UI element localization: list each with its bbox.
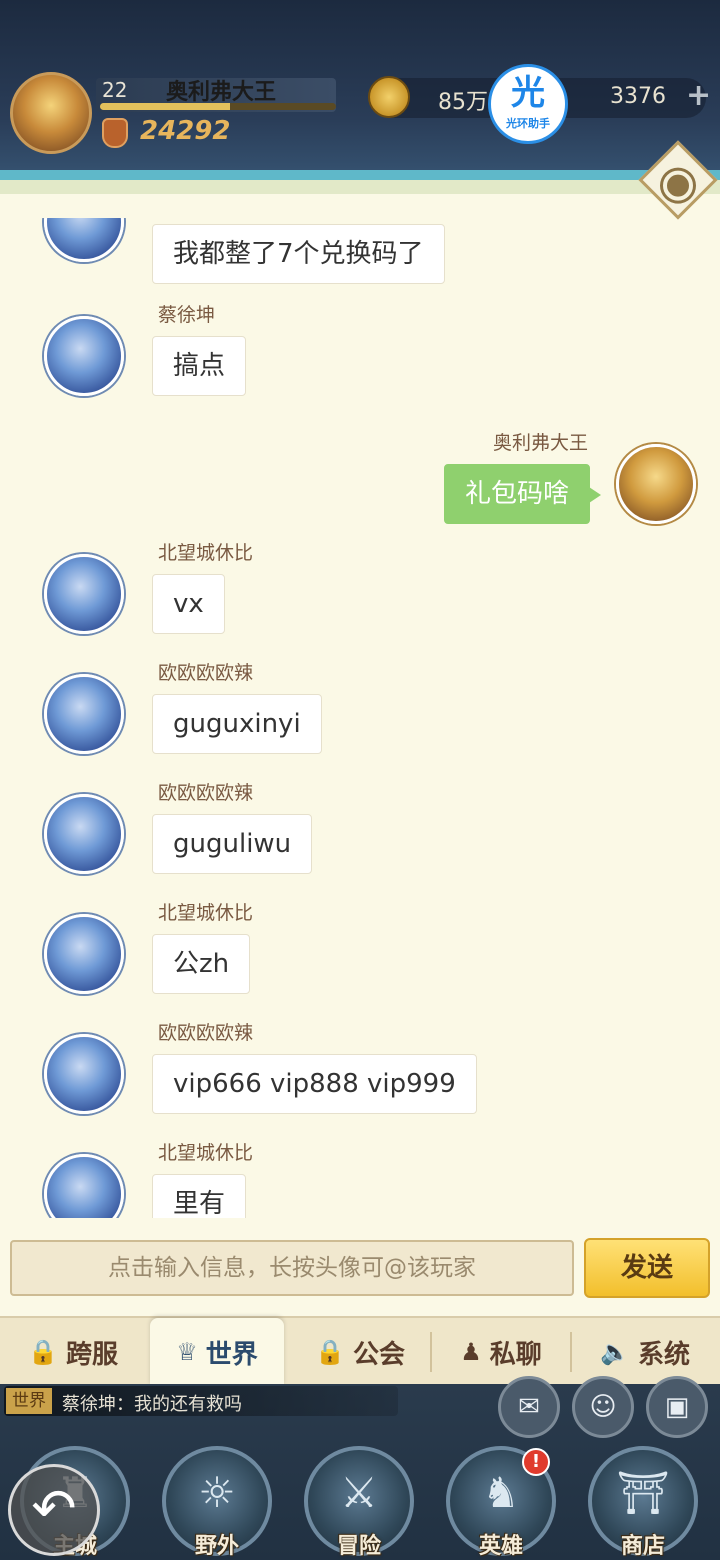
sender-avatar[interactable] xyxy=(44,554,124,634)
chat-message: 欧欧欧欧辣 guguliwu xyxy=(0,778,720,898)
lock-icon: 🔒 xyxy=(28,1338,58,1366)
sender-avatar[interactable] xyxy=(44,1034,124,1114)
sender-avatar[interactable] xyxy=(44,674,124,754)
tab-world[interactable]: ♕ 世界 xyxy=(150,1318,284,1386)
player-name: 奥利弗大王 xyxy=(166,80,277,105)
chat-message: 欧欧欧欧辣 guguxinyi xyxy=(0,658,720,778)
chat-message: 北望城休比 vx xyxy=(0,538,720,658)
gold-amount: 85万 xyxy=(438,90,488,115)
ticker-message: 蔡徐坤：我的还有救吗 xyxy=(62,1394,242,1415)
message-bubble[interactable]: vx xyxy=(152,574,225,634)
message-list[interactable]: 我都整了7个兑换码了 蔡徐坤 搞点 奥利弗大王 礼包码啥 北望城休比 vx 欧欧… xyxy=(0,218,720,1218)
lock-icon: 🔒 xyxy=(315,1338,345,1366)
nav-label: 英雄 xyxy=(478,1534,523,1559)
combat-power: 24292 xyxy=(140,116,231,146)
mail-icon[interactable]: ✉ xyxy=(498,1376,560,1438)
message-bubble[interactable]: 公zh xyxy=(152,934,251,994)
message-bubble[interactable]: 礼包码啥 xyxy=(443,464,602,524)
nav-label: 冒险 xyxy=(336,1534,381,1559)
nav-label: 商店 xyxy=(620,1534,665,1559)
people-icon: ♟ xyxy=(460,1338,482,1366)
tab-guild[interactable]: 🔒 公会 xyxy=(290,1318,430,1386)
chat-message: 北望城休比 公zh xyxy=(0,898,720,1018)
tab-private[interactable]: ♟ 私聊 xyxy=(432,1318,570,1386)
world-icon: ♕ xyxy=(176,1338,198,1366)
message-bubble[interactable]: 搞点 xyxy=(152,336,247,396)
chat-message-self: 奥利弗大王 礼包码啥 xyxy=(0,428,720,548)
experience-fill xyxy=(100,103,230,110)
chat-message: 蔡徐坤 搞点 xyxy=(0,300,720,420)
sender-avatar[interactable] xyxy=(44,218,124,262)
backpack-icon[interactable]: ▣ xyxy=(646,1376,708,1438)
message-bubble[interactable]: 我都整了7个兑换码了 xyxy=(152,224,445,284)
nav-label: 野外 xyxy=(194,1534,239,1559)
sender-name: 蔡徐坤 xyxy=(158,304,216,326)
hero-alert-badge: ! xyxy=(522,1448,550,1476)
tab-cross-server[interactable]: 🔒 跨服 xyxy=(0,1318,146,1386)
back-button[interactable]: ↶ xyxy=(8,1464,100,1556)
shop-icon: ⛩ xyxy=(616,1468,670,1517)
message-bubble[interactable]: vip666 vip888 vip999 xyxy=(152,1054,477,1114)
sender-avatar[interactable] xyxy=(44,1154,124,1218)
sword-icon: ⚔ xyxy=(340,1468,378,1517)
ticker-channel-tag: 世界 xyxy=(6,1388,52,1414)
tab-label: 公会 xyxy=(352,1339,405,1370)
tab-system[interactable]: 🔈 系统 xyxy=(572,1318,718,1386)
chat-message: 欧欧欧欧辣 vip666 vip888 vip999 xyxy=(0,1018,720,1138)
channel-tabs: 🔒 跨服 ♕ 世界 🔒 公会 ♟ 私聊 🔈 系统 xyxy=(0,1316,720,1386)
gem-amount: 3376 xyxy=(610,84,666,109)
send-button[interactable]: 发送 xyxy=(584,1238,710,1298)
tab-label: 世界 xyxy=(205,1339,258,1370)
self-avatar[interactable] xyxy=(616,444,696,524)
sender-avatar[interactable] xyxy=(44,914,124,994)
sender-name: 北望城休比 xyxy=(158,902,254,924)
shield-icon xyxy=(102,118,128,148)
helper-label: 光环助手 xyxy=(506,117,550,130)
tab-label: 系统 xyxy=(637,1339,690,1370)
experience-bar xyxy=(100,103,336,110)
chat-input[interactable]: 点击输入信息，长按头像可@该玩家 xyxy=(10,1240,574,1296)
message-bubble[interactable]: guguliwu xyxy=(152,814,313,874)
sender-name: 欧欧欧欧辣 xyxy=(158,782,254,804)
tab-label: 私聊 xyxy=(489,1339,542,1370)
tab-label: 跨服 xyxy=(65,1339,118,1370)
sender-name: 欧欧欧欧辣 xyxy=(158,1022,254,1044)
player-level: 22 xyxy=(102,78,128,102)
sender-name: 北望城休比 xyxy=(158,1142,254,1164)
plus-icon[interactable]: + xyxy=(686,78,711,113)
chat-message: 北望城休比 里有 xyxy=(0,1138,720,1218)
gold-coin-icon xyxy=(368,76,410,118)
wild-icon: ☼ xyxy=(198,1468,236,1517)
sender-avatar[interactable] xyxy=(44,794,124,874)
sender-name: 奥利弗大王 xyxy=(492,432,588,454)
speaker-icon: 🔈 xyxy=(600,1338,630,1366)
helper-app-badge[interactable]: 光 光环助手 xyxy=(488,64,568,144)
sender-avatar[interactable] xyxy=(44,316,124,396)
message-bubble[interactable]: guguxinyi xyxy=(152,694,322,754)
friends-icon[interactable]: ☺ xyxy=(572,1376,634,1438)
message-bubble[interactable]: 里有 xyxy=(152,1174,247,1218)
sender-name: 欧欧欧欧辣 xyxy=(158,662,254,684)
player-avatar[interactable] xyxy=(10,72,92,154)
helper-glyph: 光 xyxy=(511,73,545,113)
sender-name: 北望城休比 xyxy=(158,542,254,564)
